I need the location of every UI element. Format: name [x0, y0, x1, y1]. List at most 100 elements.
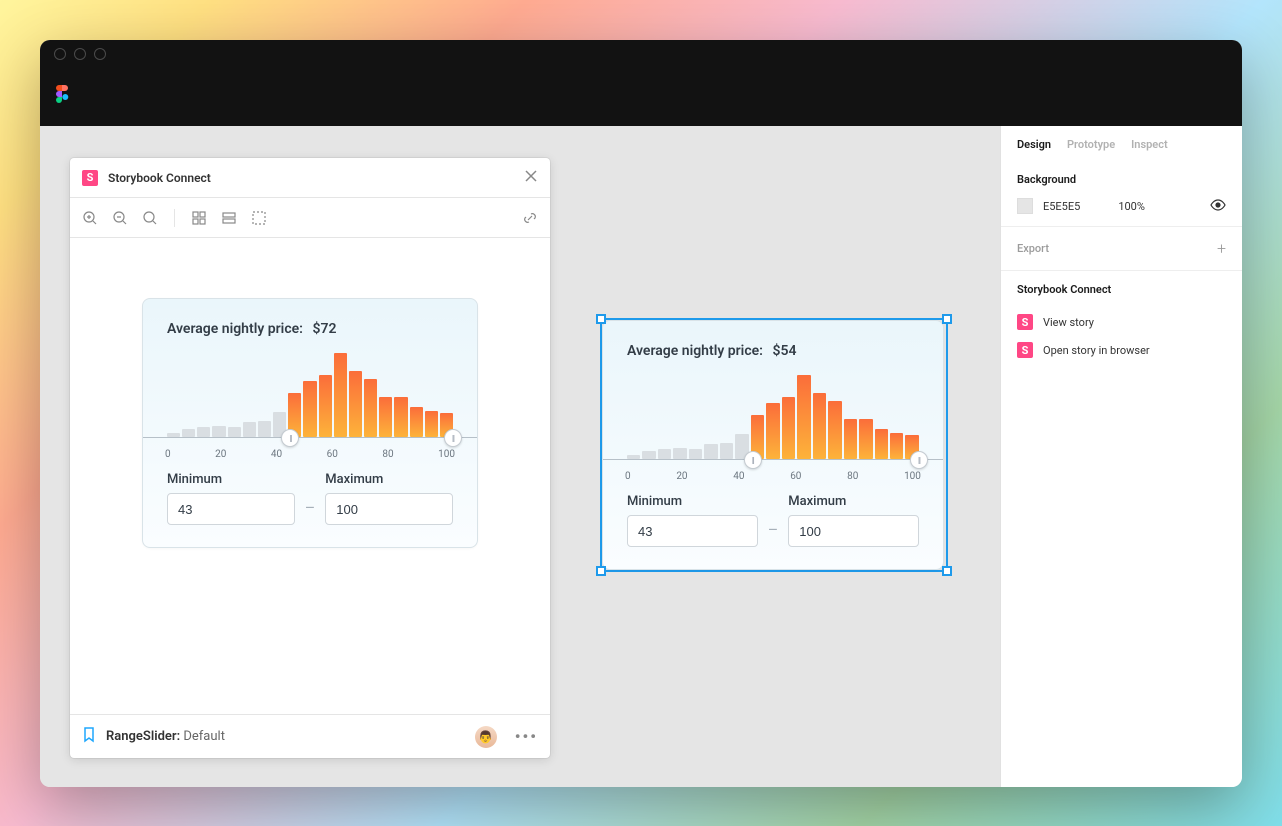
selection-handle-bl[interactable] [596, 566, 606, 576]
histogram: || || [167, 353, 453, 441]
plugin-toolbar [70, 198, 550, 238]
histogram-ticks: 020406080100 [165, 449, 455, 460]
view-story-label: View story [1043, 316, 1094, 329]
outline-icon[interactable] [251, 210, 267, 226]
selected-frame[interactable]: Average nightly price: $54 || || 0204060… [600, 318, 948, 572]
tick-label: 80 [382, 449, 393, 460]
open-story-browser-link[interactable]: S Open story in browser [1017, 336, 1226, 364]
close-icon[interactable] [524, 168, 538, 187]
tab-prototype[interactable]: Prototype [1067, 138, 1115, 151]
histogram-bar [704, 444, 717, 459]
background-opacity[interactable]: 100% [1118, 200, 1145, 213]
max-input[interactable] [788, 515, 919, 547]
tick-label: 60 [790, 471, 801, 482]
tick-label: 100 [438, 449, 455, 460]
histogram-bar [379, 397, 392, 437]
min-input[interactable] [167, 493, 295, 525]
plugin-title: Storybook Connect [108, 171, 211, 185]
background-row: E5E5E5 100% [1017, 198, 1226, 214]
slider-handle-max[interactable]: || [910, 451, 928, 469]
storybook-connect-section: Storybook Connect S View story S Open st… [1001, 271, 1242, 376]
bookmark-icon[interactable] [82, 727, 96, 747]
background-section: Background E5E5E5 100% [1001, 161, 1242, 227]
plugin-footer: RangeSlider: Default 👨 ••• [70, 714, 550, 758]
histogram-bar [212, 426, 225, 437]
histogram-bar [828, 401, 841, 459]
avg-price-label: Average nightly price: [627, 343, 763, 359]
avg-price-value: $54 [772, 343, 796, 359]
slider-handle-min[interactable]: || [744, 451, 762, 469]
histogram-axis [603, 459, 943, 460]
background-swatch[interactable] [1017, 198, 1033, 214]
min-input[interactable] [627, 515, 758, 547]
histogram-bar [228, 427, 241, 437]
max-label: Maximum [788, 494, 919, 509]
histogram-bars [167, 353, 453, 437]
tick-label: 20 [676, 471, 687, 482]
plugin-header: S Storybook Connect [70, 158, 550, 198]
range-dash: – [768, 520, 779, 547]
view-story-link[interactable]: S View story [1017, 308, 1226, 336]
histogram-bar [258, 421, 271, 437]
histogram-bar [813, 393, 826, 459]
range-dash: – [305, 498, 316, 525]
open-story-browser-label: Open story in browser [1043, 344, 1150, 357]
zoom-in-icon[interactable] [82, 210, 98, 226]
zoom-reset-icon[interactable] [142, 210, 158, 226]
link-icon[interactable] [522, 210, 538, 226]
figma-logo-icon[interactable] [54, 85, 70, 109]
histogram-bar [394, 397, 407, 437]
avg-price-label: Average nightly price: [167, 321, 303, 337]
tick-label: 80 [847, 471, 858, 482]
plugin-body: Average nightly price: $72 || || 0204060… [70, 238, 550, 714]
canvas[interactable]: S Storybook Connect [40, 126, 1000, 787]
window-titlebar [40, 40, 1242, 68]
histogram-bar [303, 381, 316, 437]
traffic-close[interactable] [54, 48, 66, 60]
range-slider-story: Average nightly price: $72 || || 0204060… [142, 298, 478, 548]
selection-handle-br[interactable] [942, 566, 952, 576]
slider-handle-min[interactable]: || [281, 429, 299, 447]
more-icon[interactable]: ••• [515, 727, 538, 746]
footer-variant: Default [183, 729, 225, 744]
selection-handle-tr[interactable] [942, 314, 952, 324]
rows-icon[interactable] [221, 210, 237, 226]
tick-label: 40 [733, 471, 744, 482]
avg-price-line: Average nightly price: $54 [627, 343, 919, 359]
toolbar-separator [174, 209, 175, 227]
avatar[interactable]: 👨 [475, 726, 497, 748]
zoom-out-icon[interactable] [112, 210, 128, 226]
traffic-zoom[interactable] [94, 48, 106, 60]
min-label: Minimum [627, 494, 758, 509]
histogram-bar [197, 427, 210, 437]
app-menubar [40, 68, 1242, 126]
histogram-bar [334, 353, 347, 437]
range-slider-canvas: Average nightly price: $54 || || 0204060… [602, 320, 944, 570]
background-hex[interactable]: E5E5E5 [1043, 200, 1080, 213]
tab-design[interactable]: Design [1017, 138, 1051, 151]
histogram-bar [766, 403, 779, 459]
storybook-icon: S [1017, 314, 1033, 330]
tab-inspect[interactable]: Inspect [1131, 138, 1168, 151]
histogram-bar [243, 422, 256, 437]
histogram-bar [890, 433, 903, 459]
traffic-minimize[interactable] [74, 48, 86, 60]
histogram-bar [182, 429, 195, 437]
visibility-icon[interactable] [1210, 199, 1226, 214]
background-heading: Background [1017, 173, 1226, 186]
storybook-plugin-panel: S Storybook Connect [70, 158, 550, 758]
histogram-bar [658, 449, 671, 459]
histogram-bar [425, 411, 438, 437]
footer-story-name: RangeSlider: Default [106, 729, 225, 744]
add-export-icon[interactable]: + [1217, 239, 1226, 258]
selection-handle-tl[interactable] [596, 314, 606, 324]
sidebar-tabs: Design Prototype Inspect [1001, 126, 1242, 161]
histogram-bar [689, 449, 702, 459]
grid-icon[interactable] [191, 210, 207, 226]
max-input[interactable] [325, 493, 453, 525]
tick-label: 100 [904, 471, 921, 482]
histogram-bar [410, 407, 423, 437]
slider-handle-max[interactable]: || [444, 429, 462, 447]
histogram-bar [844, 419, 857, 459]
tick-label: 0 [165, 449, 171, 460]
